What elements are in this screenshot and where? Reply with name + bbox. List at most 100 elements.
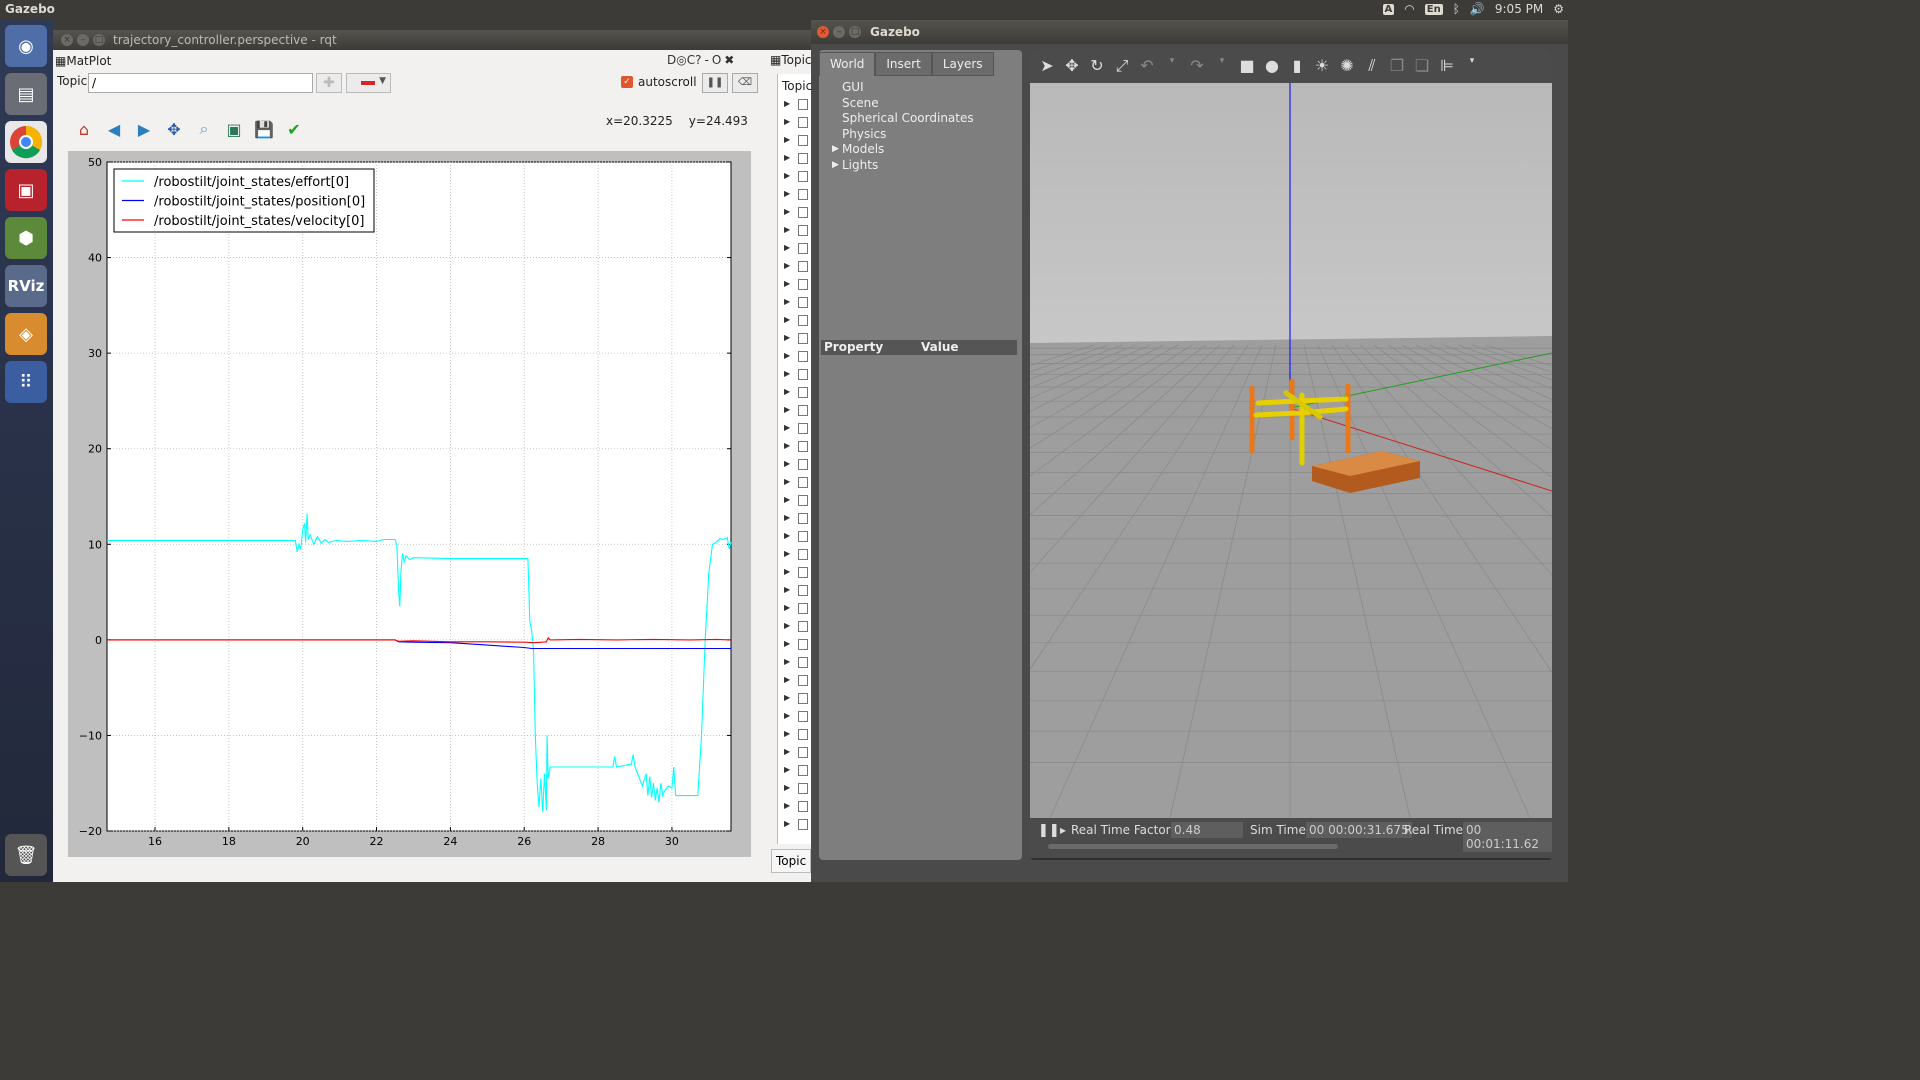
plot-canvas[interactable]: 16 18 20 22 24 26 28 30 −20 −10 0 10 20 30 40 50/robost…	[68, 151, 751, 857]
expand-arrow-icon[interactable]: ▶	[784, 675, 790, 684]
topic-checkbox[interactable]	[798, 603, 808, 614]
topic-checkbox[interactable]	[798, 639, 808, 650]
gazebo-title-bar[interactable]: × – □ Gazebo	[811, 20, 1568, 44]
topic-monitor-row[interactable]: ▶	[782, 512, 810, 526]
pause-icon[interactable]: ❚❚	[1038, 823, 1060, 838]
topic-checkbox[interactable]	[798, 459, 808, 470]
expand-arrow-icon[interactable]: ▶	[784, 531, 790, 540]
add-topic-button[interactable]: ✚	[316, 73, 342, 93]
expand-arrow-icon[interactable]: ▶	[784, 297, 790, 306]
topic-checkbox[interactable]	[798, 675, 808, 686]
expand-arrow-icon[interactable]: ▶	[784, 459, 790, 468]
translate-icon[interactable]: ✥	[1063, 56, 1081, 76]
undo-icon[interactable]: ↶	[1138, 56, 1156, 76]
topic-checkbox[interactable]	[798, 117, 808, 128]
expand-arrow-icon[interactable]: ▶	[784, 225, 790, 234]
ubuntu-dash-icon[interactable]: ◉	[5, 25, 47, 67]
step-icon[interactable]: ▸	[1060, 823, 1066, 837]
topic-checkbox[interactable]	[798, 153, 808, 164]
expand-arrow-icon[interactable]: ▶	[784, 639, 790, 648]
subplots-icon[interactable]: ▣	[223, 118, 245, 140]
expand-arrow-icon[interactable]: ▶	[832, 158, 839, 174]
expand-arrow-icon[interactable]: ▶	[784, 117, 790, 126]
expand-arrow-icon[interactable]: ▶	[784, 819, 790, 828]
forward-icon[interactable]: ▶	[133, 118, 155, 140]
topic-checkbox[interactable]	[798, 405, 808, 416]
expand-arrow-icon[interactable]: ▶	[784, 279, 790, 288]
topic-monitor-row[interactable]: ▶	[782, 296, 810, 310]
topic-monitor-row[interactable]: ▶	[782, 782, 810, 796]
clock[interactable]: 9:05 PM	[1495, 2, 1543, 16]
horizontal-scrollbar[interactable]	[1048, 844, 1338, 849]
close-icon[interactable]: ×	[61, 34, 73, 46]
expand-arrow-icon[interactable]: ▶	[784, 729, 790, 738]
topic-monitor-row[interactable]: ▶	[782, 116, 810, 130]
topic-monitor-row[interactable]: ▶	[782, 350, 810, 364]
topic-checkbox[interactable]	[798, 495, 808, 506]
expand-arrow-icon[interactable]: ▶	[784, 171, 790, 180]
rotate-icon[interactable]: ↻	[1088, 56, 1106, 76]
topic-monitor-row[interactable]: ▶	[782, 260, 810, 274]
tree-item-gui[interactable]: GUI	[842, 80, 974, 96]
paste-icon[interactable]: ❏	[1413, 56, 1431, 76]
tree-item-lights-row[interactable]: ▶ Lights	[832, 158, 974, 174]
topic-monitor-row[interactable]: ▶	[782, 692, 810, 706]
topic-monitor-row[interactable]: ▶	[782, 566, 810, 580]
expand-arrow-icon[interactable]: ▶	[784, 441, 790, 450]
expand-arrow-icon[interactable]: ▶	[784, 549, 790, 558]
expand-arrow-icon[interactable]: ▶	[784, 315, 790, 324]
topic-checkbox[interactable]	[798, 567, 808, 578]
topic-monitor-row[interactable]: ▶	[782, 368, 810, 382]
expand-arrow-icon[interactable]: ▶	[832, 142, 839, 158]
tree-item-lights[interactable]: Lights	[842, 158, 878, 172]
point-light-icon[interactable]: ☀	[1313, 56, 1331, 76]
undo-dropdown-icon[interactable]: ▾	[1163, 56, 1181, 76]
expand-arrow-icon[interactable]: ▶	[784, 513, 790, 522]
show-apps-icon[interactable]: ⠿	[5, 361, 47, 403]
topic-monitor-row[interactable]: ▶	[782, 530, 810, 544]
topic-checkbox[interactable]	[798, 585, 808, 596]
topic-checkbox[interactable]	[798, 783, 808, 794]
expand-arrow-icon[interactable]: ▶	[784, 603, 790, 612]
topic-monitor-row[interactable]: ▶	[782, 746, 810, 760]
rqt-graph-icon[interactable]: ⬢	[5, 217, 47, 259]
topic-checkbox[interactable]	[798, 297, 808, 308]
sphere-icon[interactable]: ●	[1263, 56, 1281, 76]
tab-layers[interactable]: Layers	[931, 52, 994, 76]
topic-checkbox[interactable]	[798, 279, 808, 290]
topic-monitor-row[interactable]: ▶	[782, 548, 810, 562]
autoscroll-checkbox[interactable]: ✓ autoscroll	[621, 75, 697, 89]
minimize-icon[interactable]: –	[77, 34, 89, 46]
terminal-app-icon[interactable]: ▣	[5, 169, 47, 211]
tab-world[interactable]: World	[819, 52, 876, 76]
redo-icon[interactable]: ↷	[1188, 56, 1206, 76]
expand-arrow-icon[interactable]: ▶	[784, 621, 790, 630]
topic-checkbox[interactable]	[798, 693, 808, 704]
topic-monitor-row[interactable]: ▶	[782, 656, 810, 670]
topic-checkbox[interactable]	[798, 225, 808, 236]
rviz-icon[interactable]: RViz	[5, 265, 47, 307]
topic-checkbox[interactable]	[798, 801, 808, 812]
files-icon[interactable]: ▤	[5, 73, 47, 115]
zoom-icon[interactable]: ⌕	[193, 118, 215, 140]
dock-help-icons[interactable]: D◎C?	[667, 53, 701, 67]
expand-arrow-icon[interactable]: ▶	[784, 243, 790, 252]
topic-checkbox[interactable]	[798, 441, 808, 452]
expand-arrow-icon[interactable]: ▶	[784, 567, 790, 576]
expand-arrow-icon[interactable]: ▶	[784, 333, 790, 342]
topic-monitor-row[interactable]: ▶	[782, 404, 810, 418]
directional-light-icon[interactable]: ⫽	[1363, 56, 1381, 76]
topic-monitor-row[interactable]: ▶	[782, 602, 810, 616]
topic-monitor-row[interactable]: ▶	[782, 800, 810, 814]
topic-checkbox[interactable]	[798, 423, 808, 434]
topic-input[interactable]: /	[88, 73, 313, 93]
topic-monitor-row[interactable]: ▶	[782, 242, 810, 256]
bluetooth-icon[interactable]: ᛒ	[1453, 2, 1460, 16]
expand-arrow-icon[interactable]: ▶	[784, 369, 790, 378]
topic-monitor-row[interactable]: ▶	[782, 476, 810, 490]
topic-monitor-row[interactable]: ▶	[782, 224, 810, 238]
topic-checkbox[interactable]	[798, 477, 808, 488]
expand-arrow-icon[interactable]: ▶	[784, 765, 790, 774]
topic-checkbox[interactable]	[798, 207, 808, 218]
topic-checkbox[interactable]	[798, 315, 808, 326]
